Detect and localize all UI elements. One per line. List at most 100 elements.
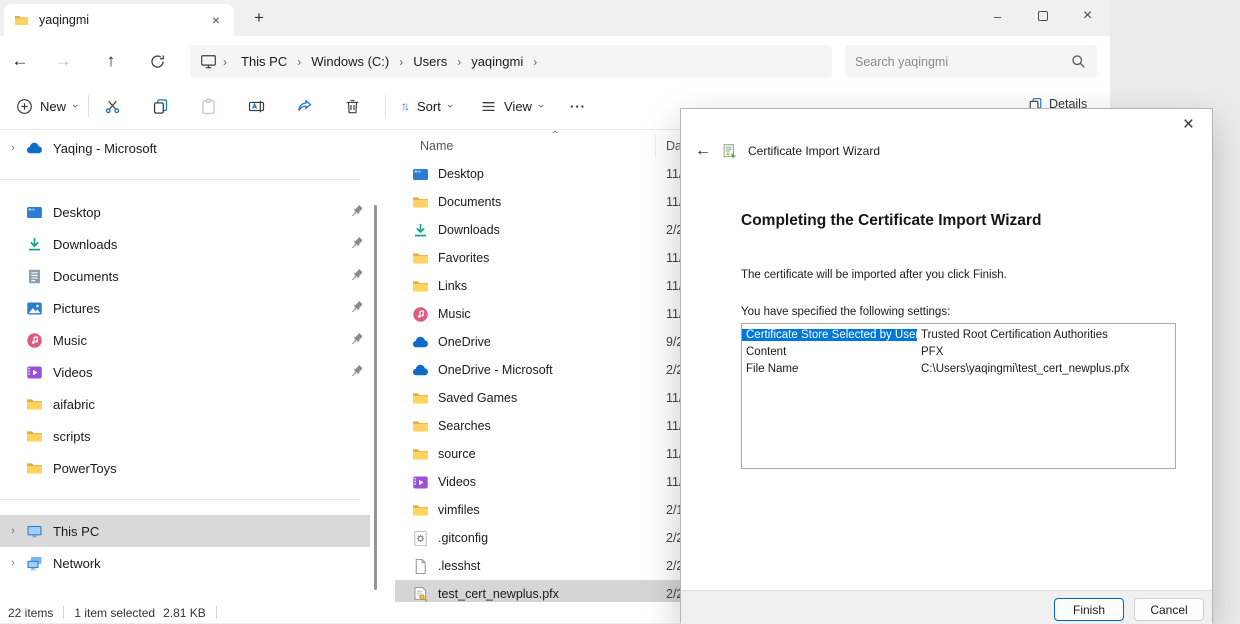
sidebar-item-desktop[interactable]: Desktop xyxy=(0,196,380,228)
tab-close-icon[interactable]: × xyxy=(208,12,224,28)
file-name: OneDrive - Microsoft xyxy=(438,363,553,377)
settings-key: Content xyxy=(742,346,917,358)
file-name: OneDrive xyxy=(438,335,491,349)
paste-button[interactable] xyxy=(190,90,226,122)
sidebar-item-documents[interactable]: Documents xyxy=(0,260,380,292)
sidebar-item-powertoys[interactable]: PowerToys xyxy=(0,452,380,484)
sort-arrows-icon: ↑↓ xyxy=(401,99,410,113)
desktop-icon xyxy=(26,204,43,221)
music-icon xyxy=(412,306,429,323)
pin-icon xyxy=(348,331,365,348)
sidebar-scrollbar[interactable] xyxy=(374,205,377,590)
maximize-button[interactable] xyxy=(1020,0,1065,32)
settings-row[interactable]: File NameC:\Users\yaqingmi\test_cert_new… xyxy=(742,360,1175,377)
new-button[interactable]: New › xyxy=(8,90,85,122)
minimize-button[interactable]: – xyxy=(975,0,1020,32)
settings-key: Certificate Store Selected by User xyxy=(742,329,917,341)
sidebar-item-label: scripts xyxy=(53,429,91,444)
expander-chevron-icon[interactable]: › xyxy=(0,525,26,537)
dialog-close-icon[interactable]: × xyxy=(1177,112,1200,138)
copy-button[interactable] xyxy=(142,90,178,122)
cloud-icon xyxy=(412,362,429,379)
settings-row[interactable]: Certificate Store Selected by UserTruste… xyxy=(742,326,1175,343)
window-controls: – × xyxy=(975,0,1110,32)
new-tab-button[interactable]: + xyxy=(246,6,272,30)
sidebar-item-downloads[interactable]: Downloads xyxy=(0,228,380,260)
sidebar-item-music[interactable]: Music xyxy=(0,324,380,356)
name-column-header[interactable]: Name xyxy=(420,139,453,153)
pc-icon xyxy=(26,523,43,540)
folder-icon xyxy=(412,502,429,519)
videos-icon xyxy=(412,474,429,491)
sidebar-item-this-pc[interactable]: ›This PC xyxy=(0,515,370,547)
rename-button[interactable] xyxy=(238,90,274,122)
file-name: vimfiles xyxy=(438,503,480,517)
sidebar-item-label: Yaqing - Microsoft xyxy=(53,141,157,156)
expander-chevron-icon[interactable]: › xyxy=(0,142,26,154)
chevron-right-icon: › xyxy=(531,55,539,69)
cut-button[interactable] xyxy=(94,90,130,122)
finish-button[interactable]: Finish xyxy=(1054,598,1124,621)
status-divider xyxy=(63,606,64,619)
sidebar-item-scripts[interactable]: scripts xyxy=(0,420,380,452)
file-name: Searches xyxy=(438,419,491,433)
plus-circle-icon xyxy=(16,98,33,115)
sidebar-item-label: Music xyxy=(53,333,87,348)
column-divider[interactable] xyxy=(655,134,656,158)
pin-icon xyxy=(348,299,365,316)
refresh-button[interactable] xyxy=(140,44,174,78)
folder-icon xyxy=(412,390,429,407)
dialog-back-icon[interactable]: ← xyxy=(693,142,713,160)
chevron-down-icon: › xyxy=(535,104,547,108)
status-divider xyxy=(216,606,217,619)
explorer-tab[interactable]: yaqingmi × xyxy=(4,4,234,36)
folder-icon xyxy=(412,250,429,267)
close-button[interactable]: × xyxy=(1065,0,1110,32)
back-button[interactable]: ← xyxy=(3,44,37,78)
scissors-icon xyxy=(104,98,121,115)
details-button-partial[interactable]: Details xyxy=(1028,97,1088,108)
sidebar-item-network[interactable]: ›Network xyxy=(0,547,380,579)
folder-icon xyxy=(26,396,43,413)
sidebar-item-pictures[interactable]: Pictures xyxy=(0,292,380,324)
divider-line xyxy=(0,499,360,500)
share-button[interactable] xyxy=(286,90,322,122)
search-box[interactable] xyxy=(845,45,1097,78)
breadcrumb-item-yaqingmi[interactable]: yaqingmi xyxy=(463,52,531,71)
sort-button[interactable]: ↑↓ Sort › xyxy=(393,90,460,122)
search-icon xyxy=(1070,53,1087,70)
item-count: 22 items xyxy=(8,606,53,620)
forward-button[interactable]: → xyxy=(46,44,80,78)
pin-icon xyxy=(348,363,365,380)
file-name: Downloads xyxy=(438,223,500,237)
sidebar-item-aifabric[interactable]: aifabric xyxy=(0,388,380,420)
certificate-wizard-icon xyxy=(722,143,739,160)
toolbar-divider xyxy=(385,95,386,117)
share-icon xyxy=(296,98,313,115)
breadcrumb-item-users[interactable]: Users xyxy=(405,52,455,71)
breadcrumb-item-windows-c-[interactable]: Windows (C:) xyxy=(303,52,397,71)
sidebar-item-yaqing-microsoft[interactable]: › Yaqing - Microsoft xyxy=(0,132,380,164)
cancel-button[interactable]: Cancel xyxy=(1134,598,1204,621)
expander-chevron-icon[interactable]: › xyxy=(0,557,26,569)
file-name: Desktop xyxy=(438,167,484,181)
settings-row[interactable]: ContentPFX xyxy=(742,343,1175,360)
more-button[interactable]: ··· xyxy=(562,90,594,122)
downloads-icon xyxy=(412,222,429,239)
settings-value: Trusted Root Certification Authorities xyxy=(917,329,1108,341)
sidebar-item-videos[interactable]: Videos xyxy=(0,356,380,388)
settings-list[interactable]: Certificate Store Selected by UserTruste… xyxy=(741,323,1176,469)
delete-button[interactable] xyxy=(334,90,370,122)
gear-file-icon xyxy=(412,530,429,547)
up-button[interactable]: ↑ xyxy=(94,44,128,78)
view-button[interactable]: View › xyxy=(472,90,551,122)
file-name: .gitconfig xyxy=(438,531,488,545)
breadcrumb-item-this-pc[interactable]: This PC xyxy=(233,52,295,71)
address-bar[interactable]: › This PC›Windows (C:)›Users›yaqingmi› xyxy=(190,45,832,78)
dialog-header: ← Certificate Import Wizard xyxy=(693,142,880,160)
details-button-label: Details xyxy=(1049,97,1087,108)
sidebar-divider xyxy=(0,484,380,515)
cloud-icon xyxy=(412,334,429,351)
sidebar-item-label: Pictures xyxy=(53,301,100,316)
search-input[interactable] xyxy=(855,55,1070,69)
